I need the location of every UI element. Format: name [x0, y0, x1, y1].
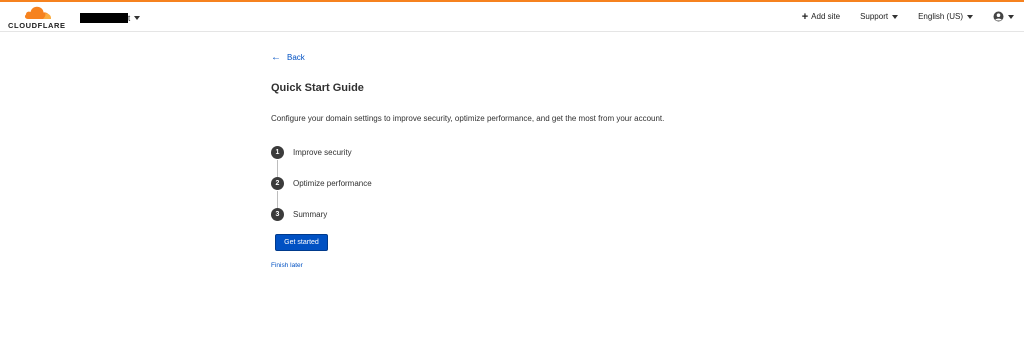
- step-item: 1 Improve security: [271, 146, 352, 159]
- page-description: Configure your domain settings to improv…: [271, 114, 665, 123]
- step-item: 3 Summary: [271, 208, 327, 221]
- arrow-left-icon: ←: [271, 52, 281, 63]
- chevron-down-icon: [967, 14, 973, 19]
- cloud-icon: [24, 6, 52, 19]
- logo-wordmark: CLOUDFLARE: [8, 21, 66, 30]
- step-connector: [277, 160, 278, 177]
- step-number-badge: 1: [271, 146, 284, 159]
- step-label: Improve security: [293, 148, 352, 157]
- add-site-label: Add site: [811, 12, 841, 21]
- chevron-down-icon: [892, 14, 899, 19]
- step-item: 2 Optimize performance: [271, 177, 372, 190]
- account-switcher[interactable]: t: [80, 11, 141, 25]
- cloudflare-logo[interactable]: CLOUDFLARE: [8, 5, 66, 31]
- finish-later-link[interactable]: Finish later: [271, 262, 303, 269]
- language-selector[interactable]: English (US): [918, 12, 973, 21]
- language-label: English (US): [918, 12, 963, 21]
- chevron-down-icon: [134, 16, 141, 20]
- account-name-suffix: t: [128, 13, 131, 23]
- page-title: Quick Start Guide: [271, 82, 364, 94]
- get-started-button[interactable]: Get started: [275, 234, 328, 251]
- back-link[interactable]: ← Back: [271, 52, 305, 63]
- step-number-badge: 3: [271, 208, 284, 221]
- support-label: Support: [860, 12, 889, 21]
- support-menu[interactable]: Support: [860, 12, 899, 21]
- header-actions: + Add site Support English (US): [802, 11, 1014, 22]
- step-connector: [277, 191, 278, 208]
- step-label: Summary: [293, 210, 328, 219]
- top-navigation-bar: CLOUDFLARE t + Add site Support English …: [0, 0, 1024, 32]
- step-number-badge: 2: [271, 177, 284, 190]
- redacted-account-name: [80, 13, 128, 23]
- add-site-button[interactable]: + Add site: [801, 10, 841, 23]
- quick-start-panel: ← Back Quick Start Guide Configure your …: [271, 52, 664, 269]
- plus-icon: +: [801, 10, 809, 23]
- user-icon: [993, 11, 1004, 22]
- user-menu[interactable]: [993, 11, 1014, 22]
- step-label: Optimize performance: [293, 179, 372, 188]
- back-label: Back: [287, 53, 305, 62]
- chevron-down-icon: [1008, 14, 1014, 19]
